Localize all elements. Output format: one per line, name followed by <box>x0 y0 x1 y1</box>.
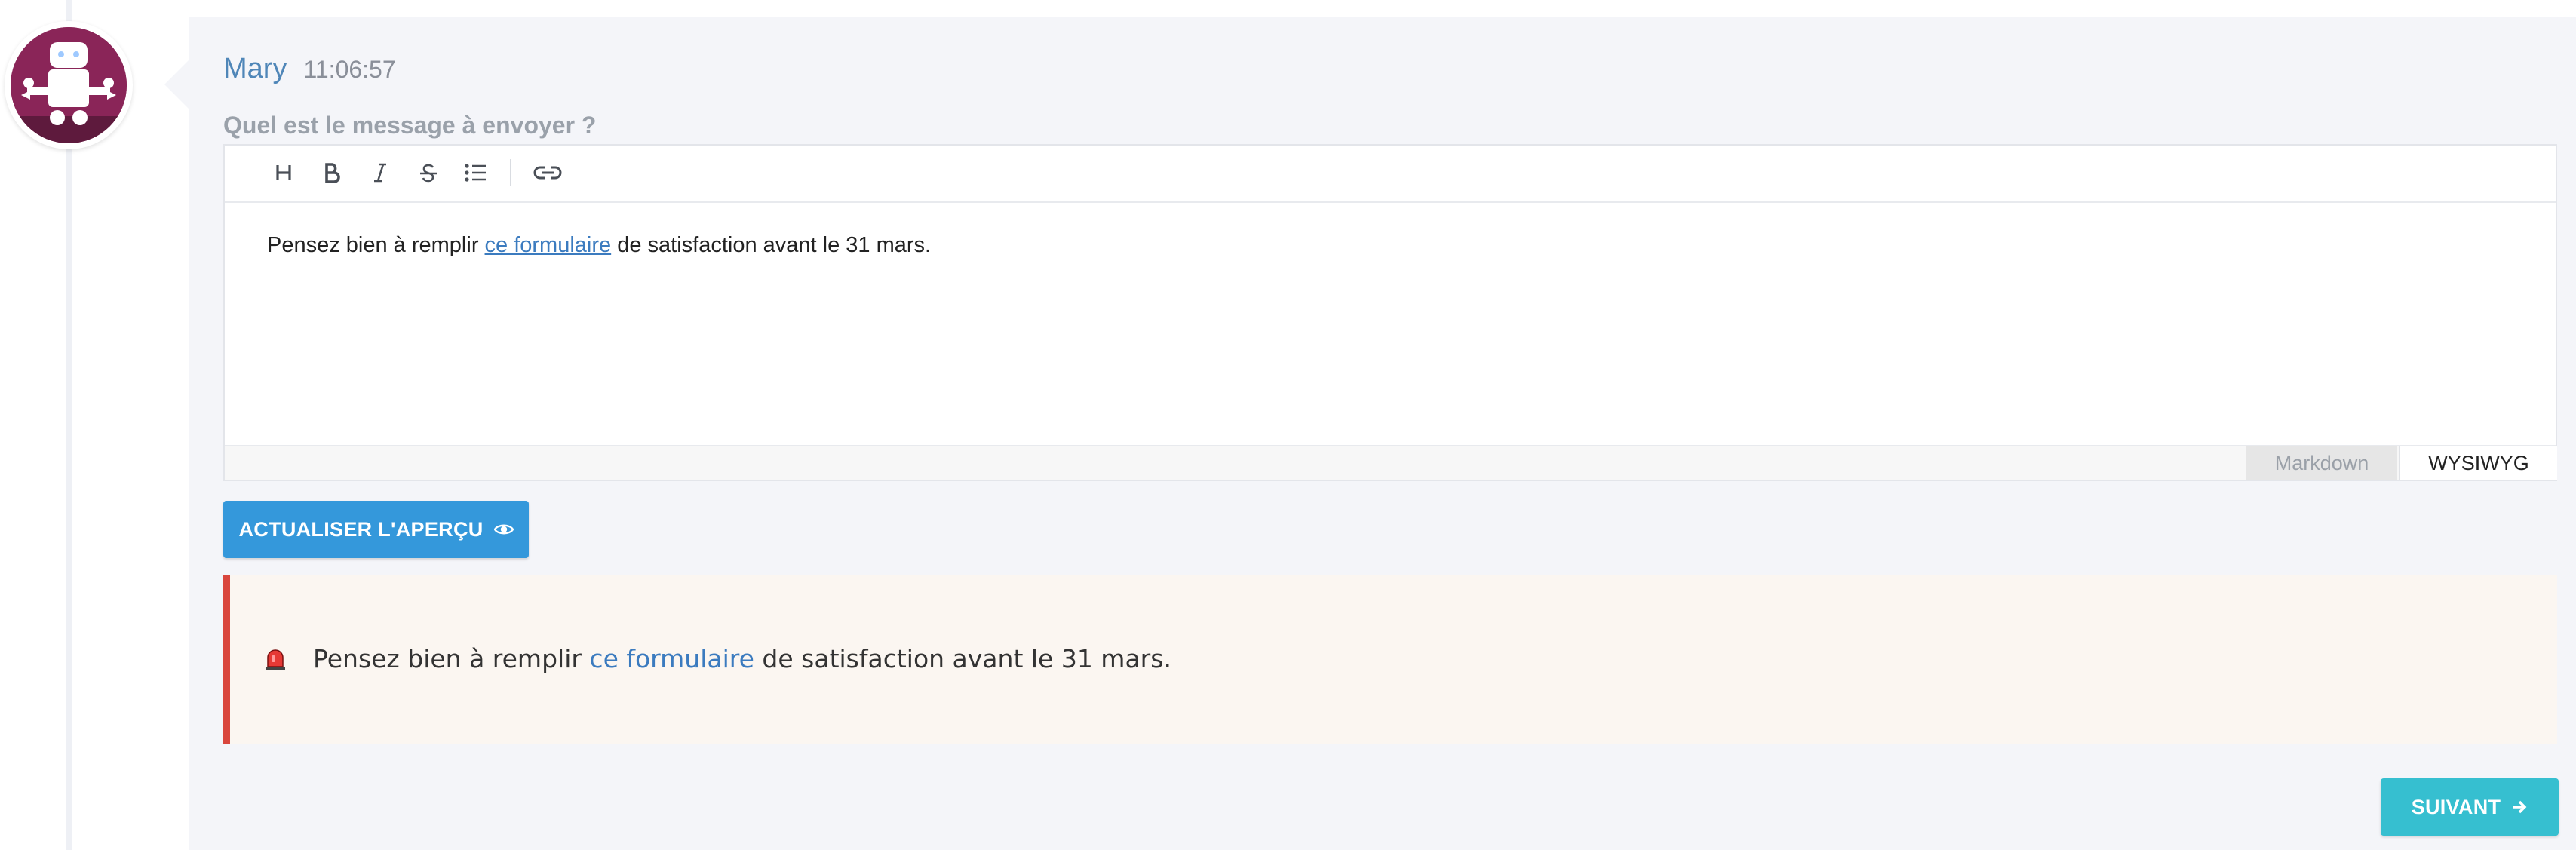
editor-mode-bar: Markdown WYSIWYG <box>225 445 2557 480</box>
strikethrough-icon[interactable] <box>412 156 445 189</box>
message-time: 11:06:57 <box>303 56 396 83</box>
rich-text-editor: Pensez bien à remplir ce formulaire de s… <box>223 144 2557 481</box>
author-name: Mary <box>223 53 287 84</box>
preview-link[interactable]: ce formulaire <box>589 644 754 674</box>
bullet-list-icon[interactable] <box>459 156 492 189</box>
link-icon[interactable] <box>527 156 569 189</box>
preview-text: Pensez bien à remplir ce formulaire de s… <box>313 644 1171 674</box>
refresh-preview-label: ACTUALISER L'APERÇU <box>238 517 484 541</box>
avatar <box>5 21 133 149</box>
toolbar-divider <box>510 159 511 186</box>
eye-icon <box>493 524 514 535</box>
preview-text-after-link: de satisfaction avant le 31 mars. <box>754 644 1171 674</box>
bold-icon[interactable] <box>315 156 348 189</box>
italic-icon[interactable] <box>364 156 397 189</box>
question-label: Quel est le message à envoyer ? <box>223 112 597 139</box>
message-preview: Pensez bien à remplir ce formulaire de s… <box>223 575 2557 744</box>
robot-avatar-icon <box>11 27 127 143</box>
editor-text-after-link: de satisfaction avant le 31 mars. <box>611 233 932 257</box>
arrow-right-icon <box>2513 800 2527 814</box>
refresh-preview-button[interactable]: ACTUALISER L'APERÇU <box>223 501 529 558</box>
editor-text-before-link: Pensez bien à remplir <box>267 233 485 257</box>
card-pointer <box>164 60 189 109</box>
markdown-mode-tab[interactable]: Markdown <box>2246 446 2397 480</box>
heading-icon[interactable] <box>267 156 300 189</box>
next-button-label: SUIVANT <box>2411 795 2501 818</box>
preview-text-before-link: Pensez bien à remplir <box>313 644 590 674</box>
editor-text[interactable]: Pensez bien à remplir ce formulaire de s… <box>267 233 931 258</box>
wysiwyg-mode-tab[interactable]: WYSIWYG <box>2399 446 2557 480</box>
next-button[interactable]: SUIVANT <box>2381 778 2559 836</box>
message-header: Mary 11:06:57 <box>223 53 396 91</box>
editor-toolbar <box>225 146 2556 203</box>
siren-icon <box>263 649 287 675</box>
editor-link[interactable]: ce formulaire <box>485 233 612 257</box>
